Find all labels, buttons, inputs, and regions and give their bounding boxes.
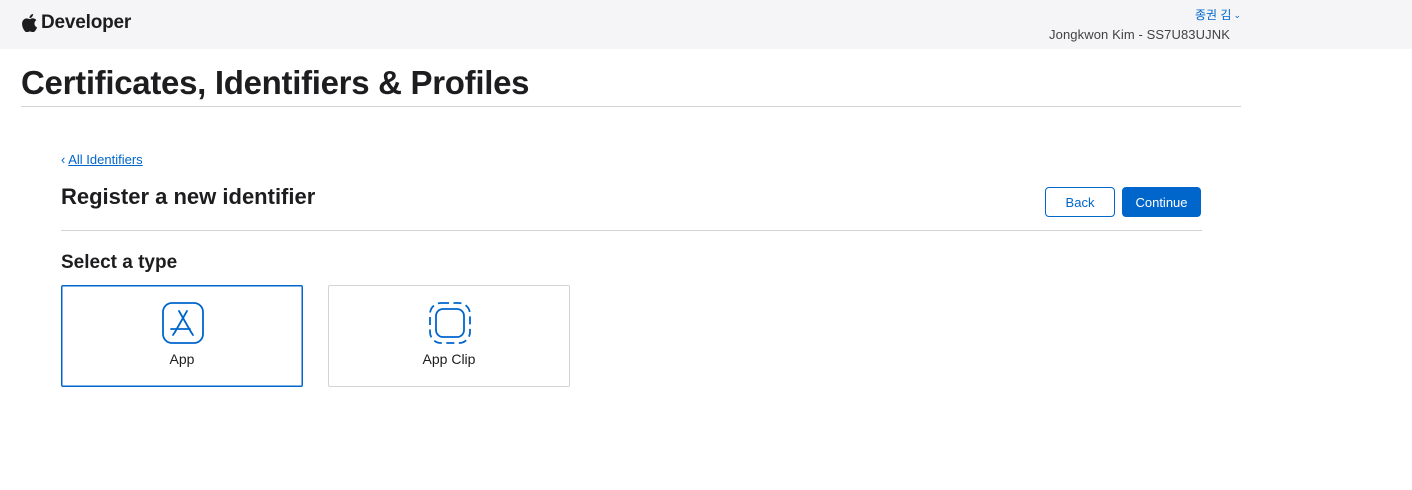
developer-brand-link[interactable]: Developer (22, 12, 131, 34)
user-name: 종권 김 (1194, 8, 1232, 22)
team-info: Jongkwon Kim - SS7U83UJNK (1049, 27, 1230, 42)
section-divider (61, 230, 1202, 231)
all-identifiers-label: All Identifiers (68, 152, 143, 167)
select-type-label: Select a type (61, 252, 178, 273)
continue-button[interactable]: Continue (1122, 187, 1201, 217)
type-card-app-clip-label: App Clip (422, 351, 476, 367)
page-title: Certificates, Identifiers & Profiles (21, 64, 530, 101)
chevron-left-icon: ‹ (61, 152, 66, 167)
top-navigation-bar: Developer 종권 김 ⌄ Jongkwon Kim - SS7U83UJ… (0, 0, 1412, 49)
register-heading: Register a new identifier (61, 184, 316, 209)
type-card-app[interactable]: App (61, 285, 303, 387)
app-store-icon (162, 302, 204, 344)
title-divider (21, 106, 1241, 107)
type-card-app-clip[interactable]: App Clip (328, 285, 570, 387)
app-clip-icon (429, 302, 471, 344)
apple-logo-icon (22, 14, 37, 32)
brand-name: Developer (41, 12, 132, 33)
back-button[interactable]: Back (1045, 187, 1115, 217)
user-account-menu[interactable]: 종권 김 ⌄ (1195, 6, 1241, 23)
chevron-down-icon: ⌄ (1233, 10, 1241, 20)
all-identifiers-link[interactable]: ‹ All Identifiers (61, 152, 143, 167)
type-card-app-label: App (169, 351, 195, 367)
